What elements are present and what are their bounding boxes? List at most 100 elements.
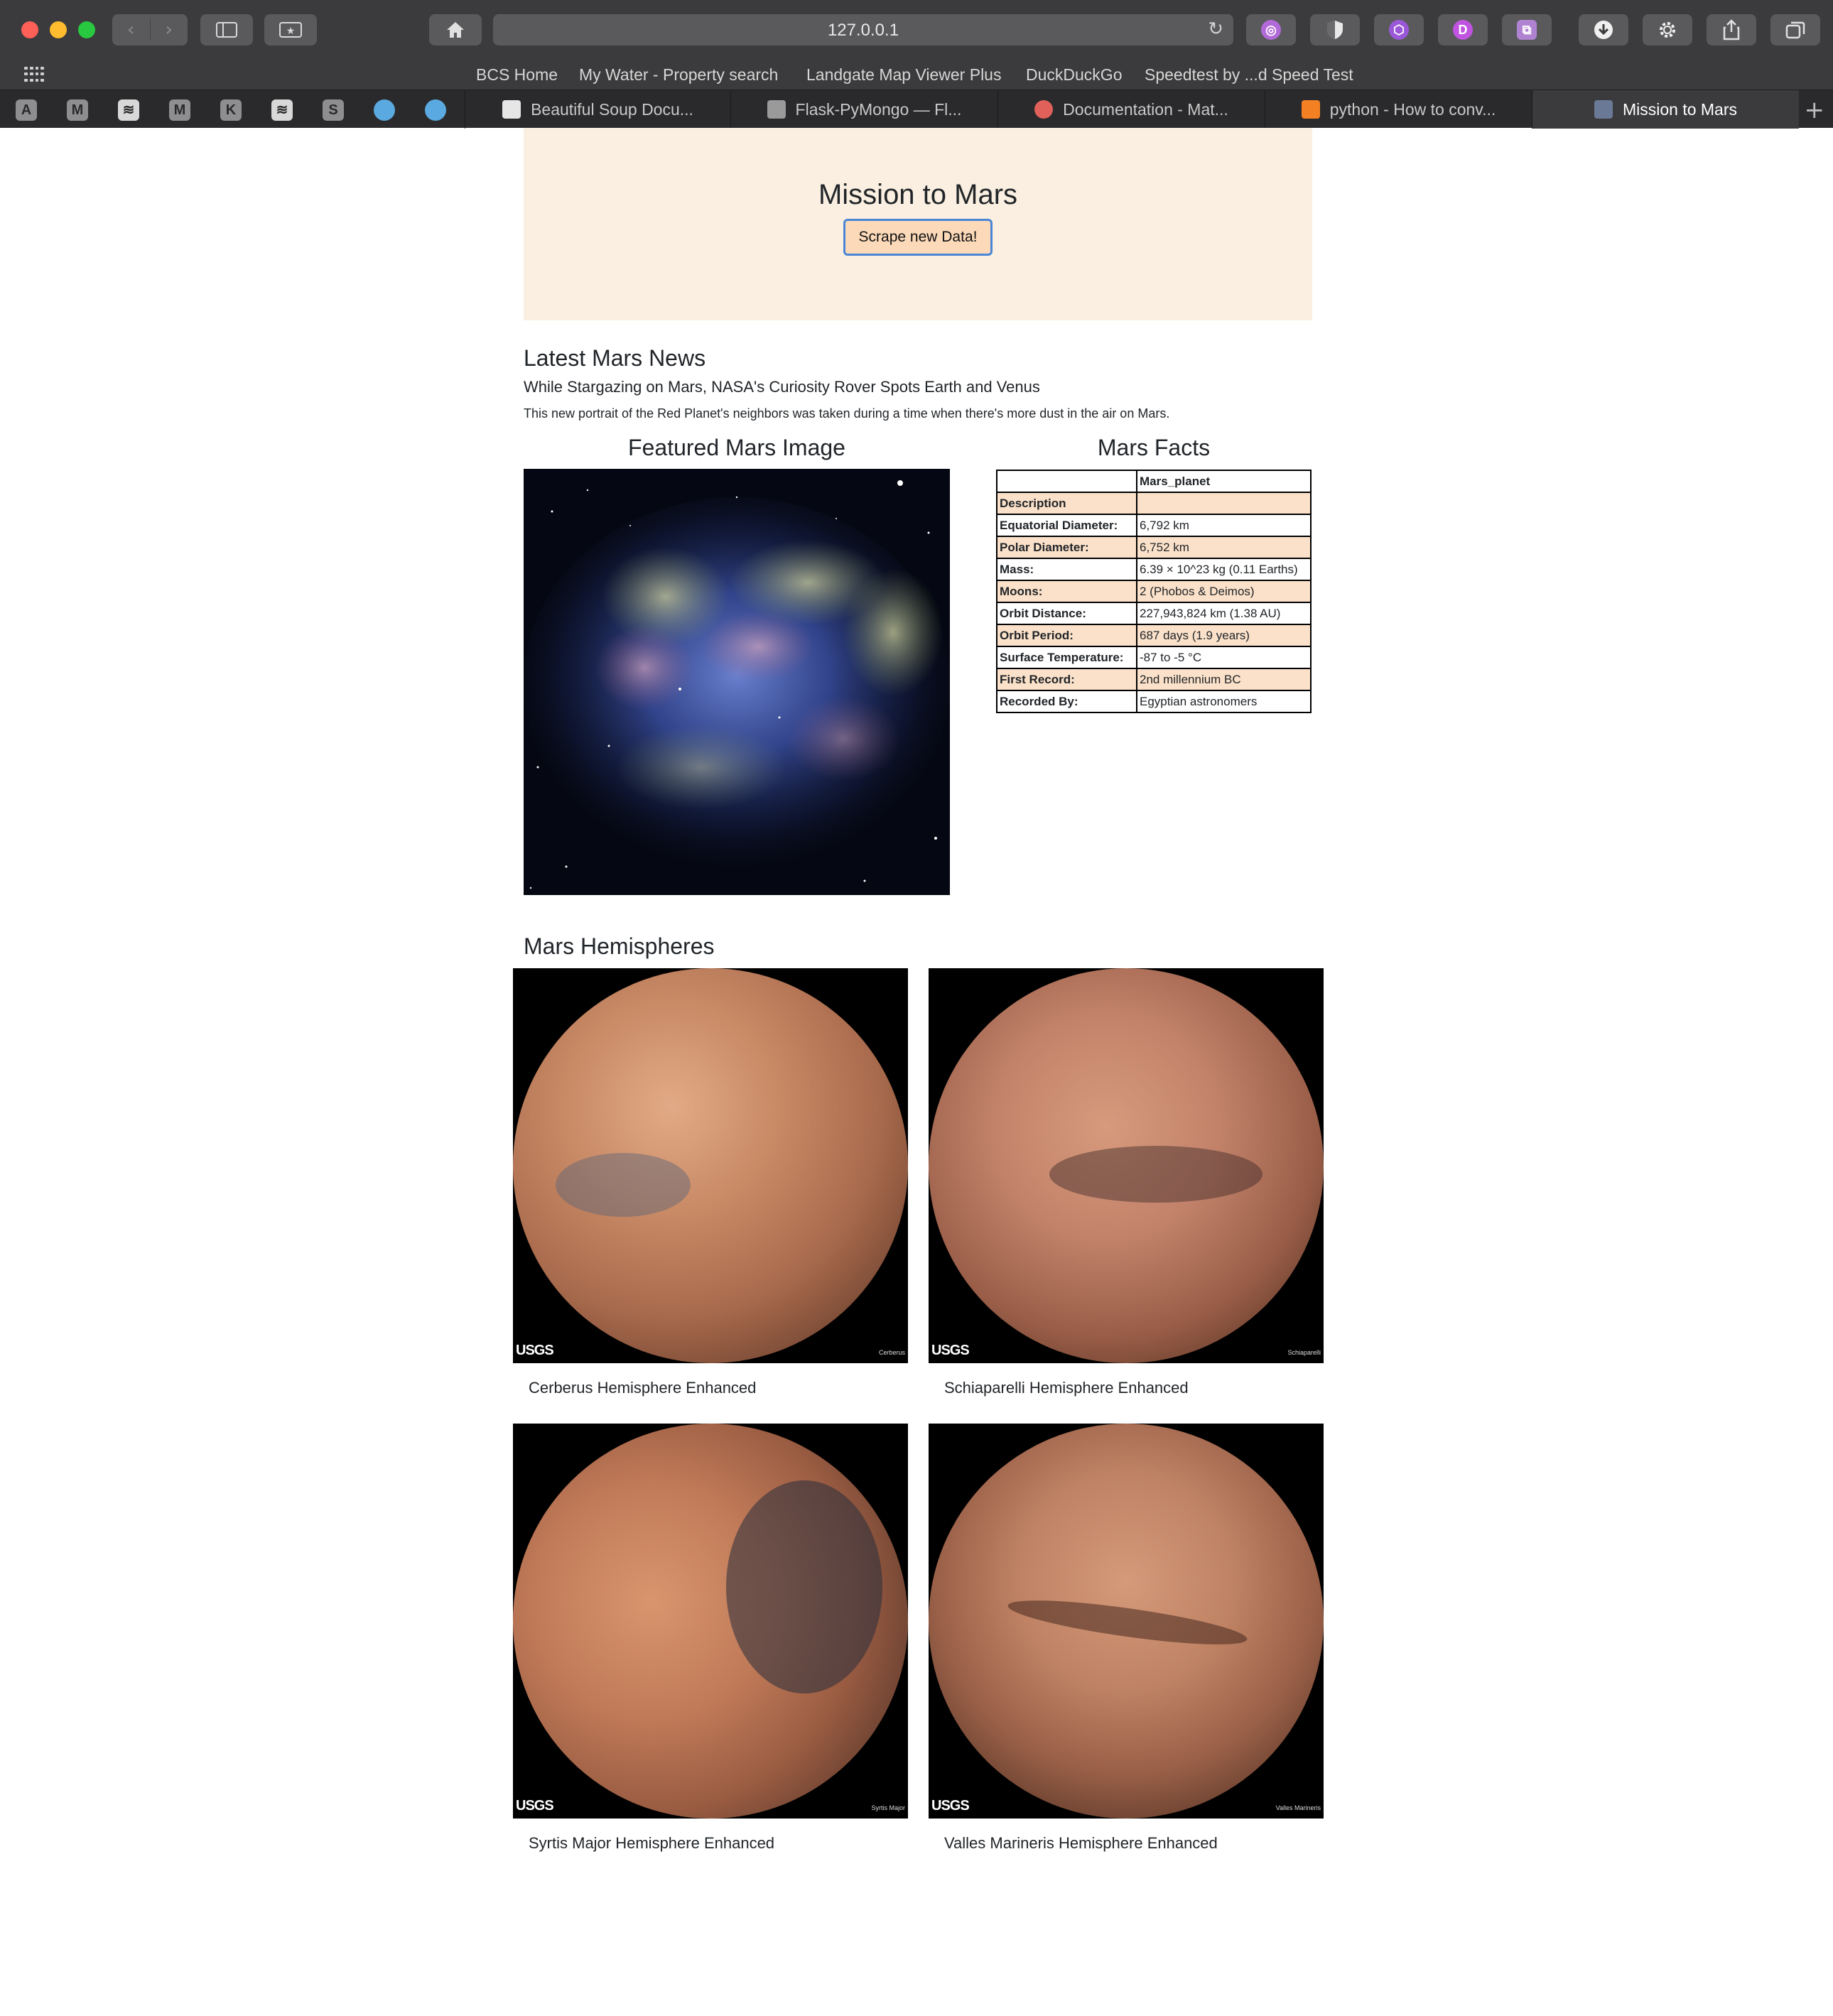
table-column-header: Mars_planet	[1136, 470, 1312, 493]
news-paragraph: This new portrait of the Red Planet's ne…	[524, 406, 1170, 421]
facts-heading: Mars Facts	[1097, 435, 1211, 460]
tab-documentation[interactable]: Documentation - Mat...	[997, 90, 1265, 129]
pinned-tab[interactable]: K	[220, 99, 242, 121]
tab-flask-pymongo[interactable]: Flask-PyMongo — Fl...	[730, 90, 997, 129]
pinned-tab-layers-icon[interactable]: ≋	[271, 99, 293, 121]
fact-value	[1136, 492, 1312, 515]
table-row: Moons: 2 (Phobos & Deimos)	[996, 580, 1312, 603]
fact-label: Orbit Period:	[996, 624, 1137, 647]
pinned-tab-hexagon-icon[interactable]	[374, 99, 395, 121]
mars-facts-table: Mars_planet Description Equatorial Diame…	[996, 470, 1312, 713]
home-icon[interactable]	[429, 14, 482, 45]
hemisphere-image[interactable]: USGS Syrtis Major	[513, 1424, 908, 1819]
minimize-window-button[interactable]	[50, 21, 67, 38]
image-tag: Schiaparelli	[1287, 1349, 1321, 1356]
hemisphere-card: USGS Syrtis Major Syrtis Major Hemispher…	[513, 1424, 908, 1853]
usgs-logo: USGS	[931, 1343, 970, 1358]
pinned-tab[interactable]: S	[323, 99, 344, 121]
extension-shield-icon[interactable]	[1310, 14, 1360, 45]
bookmarks-bar: BCS Home My Water - Property search Land…	[0, 60, 1833, 90]
scrape-button[interactable]: Scrape new Data!	[843, 219, 993, 256]
usgs-logo: USGS	[931, 1798, 970, 1814]
sidebar-toggle-icon[interactable]	[200, 14, 253, 45]
tab-beautiful-soup[interactable]: Beautiful Soup Docu...	[465, 90, 730, 129]
table-row: Recorded By: Egyptian astronomers	[996, 690, 1312, 713]
extension-d-icon[interactable]: D	[1438, 14, 1488, 45]
hemisphere-image[interactable]: USGS Cerberus	[513, 968, 908, 1363]
bookmark-item[interactable]: BCS Home	[476, 65, 558, 85]
hemispheres-heading: Mars Hemispheres	[524, 933, 715, 959]
hemisphere-title: Valles Marineris Hemisphere Enhanced	[944, 1834, 1218, 1852]
fact-label: Polar Diameter:	[996, 536, 1137, 559]
table-row: Equatorial Diameter: 6,792 km	[996, 514, 1312, 537]
pinned-tab[interactable]: A	[16, 99, 37, 121]
downloads-icon[interactable]	[1579, 14, 1628, 45]
hemisphere-title: Schiaparelli Hemisphere Enhanced	[944, 1379, 1189, 1397]
tab-label: Flask-PyMongo — Fl...	[795, 99, 962, 119]
jumbotron: Mission to Mars Scrape new Data!	[524, 128, 1312, 320]
pinned-tab-circle-icon[interactable]	[425, 99, 446, 121]
tab-label: python - How to conv...	[1329, 99, 1496, 119]
tab-mission-to-mars[interactable]: Mission to Mars	[1532, 90, 1799, 129]
browser-chrome: ‹ › ★ 127.0.0.1 ↻ ◎ ⬡ D ⧉ BCS Home My Wa…	[0, 0, 1833, 129]
hemisphere-card: USGS Cerberus Cerberus Hemisphere Enhanc…	[513, 968, 908, 1397]
apps-grid-icon[interactable]	[24, 67, 44, 82]
fact-value: 6,752 km	[1136, 536, 1312, 559]
featured-mars-image	[524, 469, 950, 895]
table-row: First Record: 2nd millennium BC	[996, 668, 1312, 691]
featured-image-heading: Featured Mars Image	[628, 435, 845, 460]
extension-puzzle-icon[interactable]: ⧉	[1502, 14, 1552, 45]
forward-icon[interactable]: ›	[149, 19, 188, 40]
fact-label: First Record:	[996, 668, 1137, 691]
hemisphere-title: Syrtis Major Hemisphere Enhanced	[529, 1834, 775, 1852]
hemisphere-image[interactable]: USGS Valles Marineris	[929, 1424, 1324, 1819]
zoom-window-button[interactable]	[78, 21, 95, 38]
tab-label: Mission to Mars	[1622, 99, 1738, 119]
tab-overview-icon[interactable]	[1770, 14, 1820, 45]
fact-label: Surface Temperature:	[996, 646, 1137, 669]
pinned-tab[interactable]: M	[169, 99, 190, 121]
tab-stackoverflow[interactable]: python - How to conv...	[1265, 90, 1532, 129]
url-text: 127.0.0.1	[827, 21, 899, 40]
table-row: Description	[996, 492, 1312, 515]
new-tab-icon[interactable]: +	[1805, 96, 1825, 124]
news-title: While Stargazing on Mars, NASA's Curiosi…	[524, 378, 1040, 396]
fact-label: Mass:	[996, 558, 1137, 581]
tab-label: Documentation - Mat...	[1063, 99, 1228, 119]
bookmark-item[interactable]: Speedtest by ...d Speed Test	[1145, 65, 1353, 85]
extension-hexagon-icon[interactable]: ⬡	[1374, 14, 1424, 45]
bookmark-item[interactable]: My Water - Property search	[579, 65, 778, 85]
bookmark-item[interactable]: DuckDuckGo	[1026, 65, 1122, 85]
tab-bar: A M ≋ M K ≋ S Beautiful Soup Docu... Fla…	[0, 90, 1833, 129]
bookmarks-icon[interactable]: ★	[264, 14, 317, 45]
hemisphere-card: USGS Valles Marineris Valles Marineris H…	[929, 1424, 1324, 1853]
settings-gear-icon[interactable]	[1643, 14, 1692, 45]
hemisphere-card: USGS Schiaparelli Schiaparelli Hemispher…	[929, 968, 1324, 1397]
bookmark-item[interactable]: Landgate Map Viewer Plus	[806, 65, 1001, 85]
browser-toolbar: ‹ › ★ 127.0.0.1 ↻ ◎ ⬡ D ⧉	[0, 0, 1833, 60]
fact-value: -87 to -5 °C	[1136, 646, 1312, 669]
tab-favicon-icon	[1301, 100, 1320, 119]
table-row: Orbit Distance: 227,943,824 km (1.38 AU)	[996, 602, 1312, 625]
pinned-tab-layers-icon[interactable]: ≋	[118, 99, 139, 121]
tab-favicon-icon	[1594, 100, 1613, 119]
fact-value: 2nd millennium BC	[1136, 668, 1312, 691]
fact-label: Moons:	[996, 580, 1137, 603]
share-icon[interactable]	[1707, 14, 1756, 45]
reload-icon[interactable]: ↻	[1208, 18, 1223, 40]
fact-label: Recorded By:	[996, 690, 1137, 713]
usgs-logo: USGS	[516, 1798, 554, 1814]
fact-value: 227,943,824 km (1.38 AU)	[1136, 602, 1312, 625]
close-window-button[interactable]	[21, 21, 38, 38]
table-row: Mass: 6.39 × 10^23 kg (0.11 Earths)	[996, 558, 1312, 581]
fact-label: Equatorial Diameter:	[996, 514, 1137, 537]
back-icon[interactable]: ‹	[112, 19, 150, 40]
fact-label: Description	[996, 492, 1137, 515]
tab-label: Beautiful Soup Docu...	[531, 99, 693, 119]
fact-value: 6,792 km	[1136, 514, 1312, 537]
pinned-tab[interactable]: M	[67, 99, 88, 121]
address-bar[interactable]: 127.0.0.1 ↻	[493, 14, 1233, 45]
hemisphere-image[interactable]: USGS Schiaparelli	[929, 968, 1324, 1363]
extension-1password-icon[interactable]: ◎	[1246, 14, 1296, 45]
image-tag: Syrtis Major	[871, 1804, 905, 1811]
